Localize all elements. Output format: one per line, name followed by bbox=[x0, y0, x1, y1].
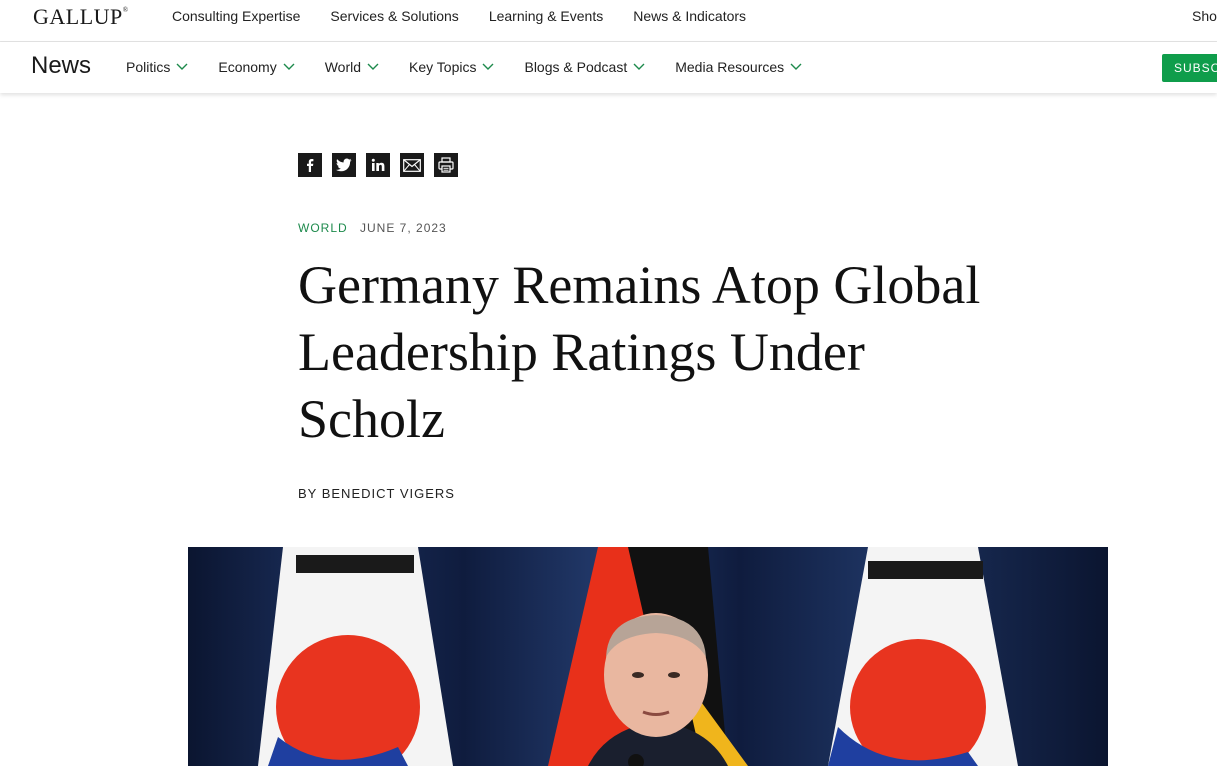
top-nav: Consulting Expertise Services & Solution… bbox=[172, 8, 776, 24]
gallup-logo[interactable]: GALLUP® bbox=[33, 4, 129, 30]
top-nav-news[interactable]: News & Indicators bbox=[633, 8, 746, 24]
section-nav-politics[interactable]: Politics bbox=[126, 59, 188, 75]
chevron-down-icon bbox=[790, 63, 802, 70]
top-nav-consulting[interactable]: Consulting Expertise bbox=[172, 8, 300, 24]
article-category-link[interactable]: WORLD bbox=[298, 221, 348, 235]
chevron-down-icon bbox=[367, 63, 379, 70]
twitter-icon bbox=[336, 158, 352, 172]
chevron-down-icon bbox=[482, 63, 494, 70]
article-byline: BY BENEDICT VIGERS bbox=[298, 486, 455, 501]
print-button[interactable] bbox=[434, 153, 458, 177]
section-nav-bar: News Politics Economy World Key Topics B… bbox=[0, 42, 1217, 93]
share-twitter-button[interactable] bbox=[332, 153, 356, 177]
article-date: JUNE 7, 2023 bbox=[360, 221, 447, 235]
headline-line-2: Leadership Ratings Under bbox=[298, 322, 865, 382]
article-headline: Germany Remains Atop Global Leadership R… bbox=[298, 252, 998, 453]
chevron-down-icon bbox=[633, 63, 645, 70]
share-facebook-button[interactable] bbox=[298, 153, 322, 177]
section-nav: Politics Economy World Key Topics Blogs … bbox=[126, 59, 832, 75]
facebook-icon bbox=[307, 159, 314, 172]
article-meta: WORLD JUNE 7, 2023 bbox=[298, 221, 447, 235]
section-nav-label: Economy bbox=[218, 59, 277, 75]
top-nav-learning[interactable]: Learning & Events bbox=[489, 8, 603, 24]
top-bar: GALLUP® Consulting Expertise Services & … bbox=[0, 0, 1217, 42]
section-nav-media-resources[interactable]: Media Resources bbox=[675, 59, 802, 75]
section-title[interactable]: News bbox=[31, 52, 91, 80]
linkedin-icon bbox=[371, 158, 385, 171]
print-icon bbox=[438, 157, 454, 173]
headline-line-3: Scholz bbox=[298, 389, 445, 449]
section-nav-label: Media Resources bbox=[675, 59, 785, 75]
headline-line-1: Germany Remains Atop Global bbox=[298, 255, 981, 315]
section-nav-label: Blogs & Podcast bbox=[524, 59, 628, 75]
hero-image bbox=[188, 547, 1108, 766]
logo-registered-mark: ® bbox=[122, 6, 129, 14]
chevron-down-icon bbox=[176, 63, 188, 70]
section-nav-world[interactable]: World bbox=[325, 59, 379, 75]
section-nav-blogs-podcast[interactable]: Blogs & Podcast bbox=[524, 59, 645, 75]
section-nav-key-topics[interactable]: Key Topics bbox=[409, 59, 494, 75]
share-linkedin-button[interactable] bbox=[366, 153, 390, 177]
chevron-down-icon bbox=[283, 63, 295, 70]
email-icon bbox=[403, 158, 421, 172]
logo-text: GALLUP bbox=[33, 4, 123, 29]
top-nav-shop[interactable]: Sho bbox=[1192, 8, 1217, 24]
top-nav-services[interactable]: Services & Solutions bbox=[330, 8, 458, 24]
section-nav-label: Key Topics bbox=[409, 59, 477, 75]
section-nav-label: World bbox=[324, 59, 362, 75]
section-nav-economy[interactable]: Economy bbox=[218, 59, 295, 75]
hero-photo-illustration bbox=[188, 547, 1108, 766]
section-nav-label: Politics bbox=[126, 59, 171, 75]
chevron-right-icon bbox=[1108, 704, 1217, 766]
subscribe-button[interactable]: SUBSCRIBE bbox=[1162, 54, 1217, 82]
next-arrow-button[interactable] bbox=[1108, 704, 1217, 766]
share-email-button[interactable] bbox=[400, 153, 424, 177]
share-toolbar bbox=[298, 153, 468, 177]
